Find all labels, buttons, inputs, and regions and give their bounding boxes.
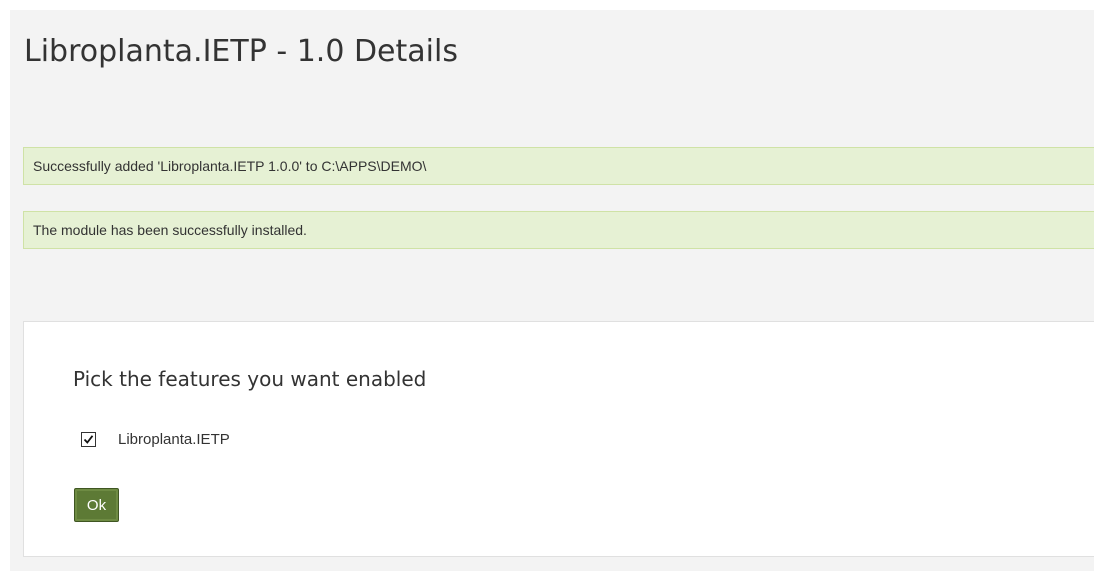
ok-button[interactable]: Ok [74,488,119,522]
feature-item: Libroplanta.IETP [81,429,230,449]
feature-picker-heading: Pick the features you want enabled [73,367,427,391]
success-message-installed: The module has been successfully install… [23,211,1094,249]
page-title: Libroplanta.IETP - 1.0 Details [24,34,458,69]
feature-label[interactable]: Libroplanta.IETP [118,431,230,448]
page-content: Libroplanta.IETP - 1.0 Details Successfu… [10,10,1094,571]
checkmark-icon [83,434,94,444]
feature-picker-panel: Pick the features you want enabled Libro… [23,321,1094,557]
success-message-added: Successfully added 'Libroplanta.IETP 1.0… [23,147,1094,185]
feature-checkbox[interactable] [81,431,96,447]
